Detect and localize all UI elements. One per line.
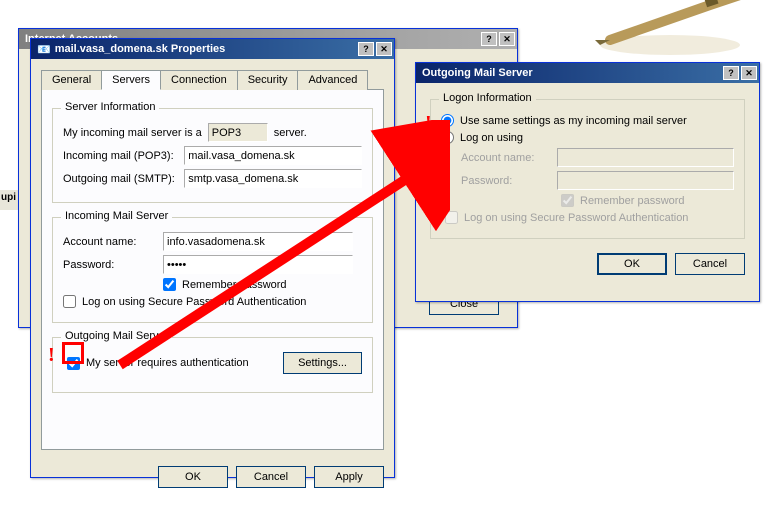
properties-titlebar: 📧 mail.vasa_domena.sk Properties ? ✕ — [31, 39, 394, 59]
account-name-input[interactable] — [163, 232, 353, 251]
properties-button-row: OK Cancel Apply — [31, 460, 394, 498]
help-button[interactable]: ? — [723, 66, 739, 80]
tab-general[interactable]: General — [41, 70, 102, 90]
annotation-exclaim-1: ! — [48, 344, 55, 367]
close-button[interactable]: ✕ — [499, 32, 515, 46]
spa-label: Log on using Secure Password Authenticat… — [82, 296, 306, 308]
smtp-label: Outgoing mail (SMTP): — [63, 173, 184, 185]
outgoing-titlebar: Outgoing Mail Server ? ✕ — [416, 63, 759, 83]
tab-security[interactable]: Security — [237, 70, 299, 90]
annotation-exclaim-2: ! — [425, 112, 432, 135]
outgoing-mail-server-group: Outgoing Mail Server My server requires … — [52, 337, 373, 393]
incoming-server-type-label: My incoming mail server is a — [63, 127, 202, 139]
close-button[interactable]: ✕ — [376, 42, 392, 56]
help-button[interactable]: ? — [481, 32, 497, 46]
server-info-legend: Server Information — [61, 101, 159, 113]
server-information-group: Server Information My incoming mail serv… — [52, 108, 373, 203]
tabs: General Servers Connection Security Adva… — [41, 69, 384, 90]
pop3-label: Incoming mail (POP3): — [63, 150, 184, 162]
out-remember-checkbox: Remember password — [561, 194, 685, 207]
pop3-server-input[interactable] — [184, 146, 362, 165]
out-password-input — [557, 171, 734, 190]
out-spa-label: Log on using Secure Password Authenticat… — [464, 212, 688, 224]
use-same-settings-radio[interactable]: Use same settings as my incoming mail se… — [441, 114, 687, 127]
out-account-label: Account name: — [461, 152, 557, 164]
properties-window: 📧 mail.vasa_domena.sk Properties ? ✕ Gen… — [30, 38, 395, 478]
log-on-using-label: Log on using — [460, 132, 523, 144]
apply-button[interactable]: Apply — [314, 466, 384, 488]
ok-button[interactable]: OK — [158, 466, 228, 488]
smtp-server-input[interactable] — [184, 169, 362, 188]
cancel-button[interactable]: Cancel — [675, 253, 745, 275]
log-on-using-radio[interactable]: Log on using — [441, 131, 523, 144]
password-label: Password: — [63, 259, 163, 271]
cancel-button[interactable]: Cancel — [236, 466, 306, 488]
incoming-server-suffix: server. — [274, 127, 307, 139]
password-input[interactable] — [163, 255, 353, 274]
oms-legend: Outgoing Mail Server — [61, 330, 172, 342]
out-password-label: Password: — [461, 175, 557, 187]
outgoing-title: Outgoing Mail Server — [422, 67, 721, 79]
remember-password-label: Remember password — [182, 279, 287, 291]
requires-auth-checkbox[interactable]: My server requires authentication — [67, 357, 249, 370]
settings-button[interactable]: Settings... — [283, 352, 362, 374]
account-name-label: Account name: — [63, 236, 163, 248]
ok-button[interactable]: OK — [597, 253, 667, 275]
outgoing-body: Logon Information Use same settings as m… — [416, 83, 759, 285]
requires-auth-label: My server requires authentication — [86, 357, 249, 369]
mail-account-icon: 📧 — [37, 43, 51, 56]
tab-servers[interactable]: Servers — [101, 70, 161, 90]
remember-password-checkbox[interactable]: Remember password — [163, 278, 287, 291]
tab-advanced[interactable]: Advanced — [297, 70, 368, 90]
incoming-server-type — [208, 123, 268, 142]
spa-checkbox[interactable]: Log on using Secure Password Authenticat… — [63, 295, 306, 308]
ims-legend: Incoming Mail Server — [61, 210, 172, 222]
properties-title: mail.vasa_domena.sk Properties — [55, 43, 356, 55]
close-button[interactable]: ✕ — [741, 66, 757, 80]
tab-connection[interactable]: Connection — [160, 70, 238, 90]
incoming-mail-server-group: Incoming Mail Server Account name: Passw… — [52, 217, 373, 323]
out-spa-checkbox: Log on using Secure Password Authenticat… — [445, 211, 688, 224]
logon-information-group: Logon Information Use same settings as m… — [430, 99, 745, 239]
use-same-settings-label: Use same settings as my incoming mail se… — [460, 115, 687, 127]
logon-info-legend: Logon Information — [439, 92, 536, 104]
help-button[interactable]: ? — [358, 42, 374, 56]
servers-panel: Server Information My incoming mail serv… — [41, 90, 384, 450]
out-account-input — [557, 148, 734, 167]
outgoing-button-row: OK Cancel — [430, 253, 745, 275]
outgoing-mail-server-window: Outgoing Mail Server ? ✕ Logon Informati… — [415, 62, 760, 302]
out-remember-label: Remember password — [580, 195, 685, 207]
